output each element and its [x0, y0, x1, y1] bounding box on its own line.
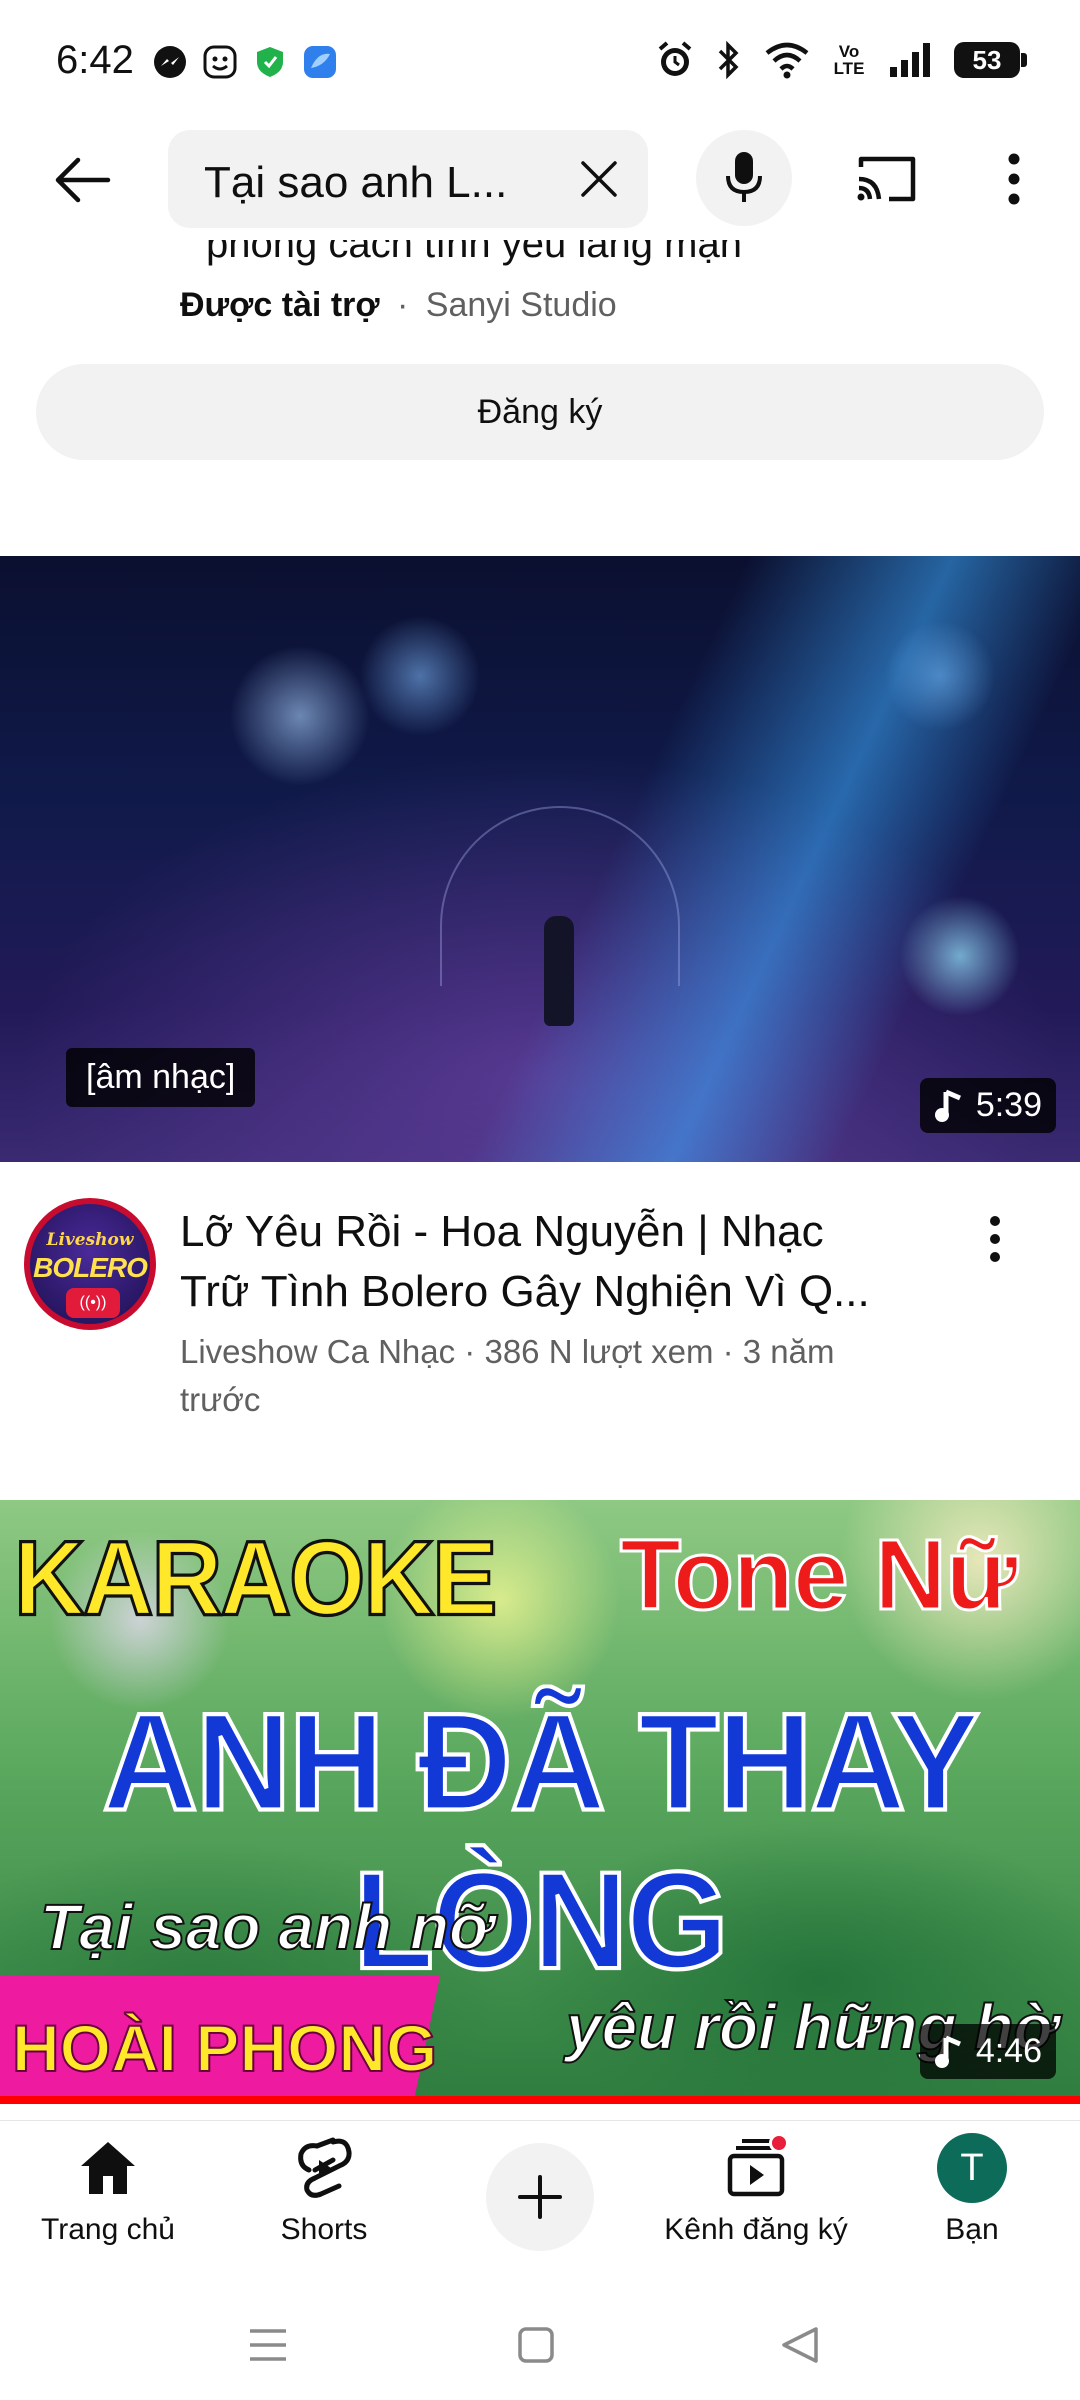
back-button[interactable]: [42, 140, 122, 220]
channel-avatar[interactable]: Liveshow BOLERO ((•)): [24, 1198, 156, 1330]
cast-button[interactable]: [846, 138, 928, 220]
status-app-icons: [152, 44, 338, 80]
nav-subscriptions-label: Kênh đăng ký: [664, 2213, 848, 2246]
back-system-button[interactable]: [760, 2312, 840, 2378]
system-navigation-bar: [0, 2290, 1080, 2400]
back-arrow-icon: [55, 157, 111, 203]
video-meta: Liveshow Ca Nhạc · 386 N lượt xem · 3 nă…: [180, 1328, 920, 1424]
subscribe-button[interactable]: Đăng ký: [36, 364, 1044, 460]
video-title-line-1: Lỡ Yêu Rồi - Hoa Nguyễn | Nhạc: [180, 1207, 824, 1256]
more-options-button[interactable]: [984, 138, 1044, 220]
duration-text: 4:46: [975, 2032, 1042, 2070]
volte-label: Vo LTE: [833, 42, 865, 78]
triangle-back-icon: [782, 2327, 818, 2363]
video-more-button[interactable]: [970, 1204, 1020, 1274]
music-note-icon: [934, 1089, 961, 1122]
video-meta-line-1: Liveshow Ca Nhạc · 386 N lượt xem · 3 nă…: [180, 1333, 835, 1370]
video-title-line-2: Trữ Tình Bolero Gây Nghiện Vì Q...: [180, 1267, 870, 1316]
face-app-icon: [202, 44, 238, 80]
more-vertical-icon: [990, 1216, 1000, 1262]
alarm-icon: [658, 41, 692, 76]
singer-figure: [544, 916, 574, 1026]
thumbnail-tone-text: Tone Nữ: [619, 1518, 1020, 1633]
home-icon: [73, 2133, 143, 2203]
nav-home[interactable]: Trang chủ: [8, 2133, 208, 2283]
video-title[interactable]: Lỡ Yêu Rồi - Hoa Nguyễn | Nhạc Trữ Tình …: [180, 1202, 920, 1322]
cast-icon: [857, 156, 916, 202]
wifi-icon: [765, 42, 809, 79]
search-input[interactable]: Tại sao anh L...: [168, 130, 648, 228]
avatar-logo-main-text: BOLERO: [33, 1252, 148, 1283]
subscriptions-icon: [721, 2133, 791, 2203]
bottom-navigation: Trang chủ Shorts Kênh đăng ký T Bạn: [0, 2120, 1080, 2290]
ad-meta: Được tài trợ · Sanyi Studio: [180, 286, 617, 325]
status-bar: 6:42 Vo LTE 53: [0, 0, 1080, 120]
messenger-icon: [152, 44, 188, 80]
clear-search-button[interactable]: [570, 150, 628, 208]
video-meta-line-2: trước: [180, 1381, 261, 1418]
status-time: 6:42: [56, 38, 134, 82]
search-header: Tại sao anh L...: [0, 120, 1080, 240]
sponsored-label: Được tài trợ: [180, 286, 380, 324]
voice-search-button[interactable]: [696, 130, 792, 226]
create-button[interactable]: [486, 2143, 594, 2251]
live-badge: ((•)): [66, 1288, 120, 1318]
notification-dot: [769, 2133, 789, 2153]
mic-icon: [726, 152, 762, 202]
meta-separator: ·: [397, 286, 409, 324]
more-vertical-icon: [1008, 153, 1020, 205]
thumbnail-singer: HOÀI PHONG: [11, 2010, 438, 2086]
shorts-icon: [289, 2133, 359, 2203]
advertiser-name[interactable]: Sanyi Studio: [426, 286, 617, 324]
nav-shorts[interactable]: Shorts: [224, 2133, 424, 2283]
battery-icon: 53: [954, 42, 1027, 78]
shield-vpn-icon: [252, 44, 288, 80]
profile-avatar: T: [937, 2133, 1007, 2203]
watch-progress-bar: [0, 2096, 1080, 2104]
duration-badge: 5:39: [919, 1078, 1056, 1133]
avatar-logo: Liveshow BOLERO ((•)): [30, 1204, 150, 1324]
signal-icon: [890, 43, 930, 77]
status-system-icons: Vo LTE 53: [656, 40, 1027, 80]
bluetooth-icon: [718, 40, 739, 80]
nav-subscriptions[interactable]: Kênh đăng ký: [656, 2133, 856, 2283]
video-thumbnail-1[interactable]: [âm nhạc] 5:39: [0, 556, 1080, 1162]
caption-chip: [âm nhạc]: [66, 1048, 256, 1107]
create-plus-icon: [518, 2175, 562, 2219]
bird-app-icon: [302, 44, 338, 80]
thumbnail-lyric-1: Tại sao anh nỡ: [39, 1890, 493, 1964]
nav-you[interactable]: T Bạn: [872, 2133, 1072, 2283]
video-thumbnail-2[interactable]: KARAOKE Tone Nữ ANH ĐÃ THAY LÒNG Tại sao…: [0, 1500, 1080, 2102]
clear-icon: [581, 161, 617, 197]
menu-lines-icon: [250, 2329, 286, 2361]
music-note-icon: [934, 2035, 961, 2068]
nav-home-label: Trang chủ: [41, 2213, 175, 2246]
thumbnail-karaoke-text: KARAOKE: [12, 1517, 498, 1639]
nav-shorts-label: Shorts: [280, 2213, 368, 2246]
square-home-icon: [518, 2327, 554, 2363]
avatar-logo-top-text: Liveshow: [46, 1230, 134, 1250]
duration-text: 5:39: [975, 1086, 1042, 1124]
video-info-1[interactable]: Liveshow BOLERO ((•)) Lỡ Yêu Rồi - Hoa N…: [0, 1190, 1080, 1450]
home-system-button[interactable]: [496, 2312, 576, 2378]
duration-badge: 4:46: [919, 2024, 1056, 2079]
search-query-text[interactable]: Tại sao anh L...: [204, 158, 534, 208]
nav-you-label: Bạn: [945, 2213, 999, 2246]
recent-apps-button[interactable]: [228, 2312, 308, 2378]
